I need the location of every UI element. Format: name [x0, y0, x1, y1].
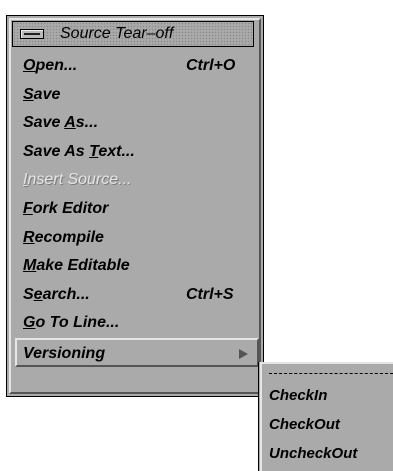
menu-item-save[interactable]: Save: [17, 81, 257, 110]
shortcut-label: Ctrl+O: [186, 57, 236, 74]
menu-item-save-as-text[interactable]: Save As Text...: [17, 138, 257, 167]
menu-item-go-to-line[interactable]: Go To Line...: [17, 309, 257, 338]
menu-item-save-as[interactable]: Save As...: [17, 109, 257, 138]
tearoff-dashed-line[interactable]: [269, 373, 393, 374]
menu-item-recompile[interactable]: Recompile: [17, 224, 257, 253]
menu-item-open[interactable]: Open... Ctrl+O: [17, 52, 257, 81]
menu-title: Source Tear–off: [60, 25, 174, 42]
versioning-submenu: CheckIn CheckOut UncheckOut: [258, 362, 393, 471]
submenu-item-checkout[interactable]: CheckOut: [269, 416, 340, 433]
source-tearoff-menu: Source Tear–off Open... Ctrl+O Save Save…: [6, 15, 264, 397]
menu-item-search[interactable]: Search... Ctrl+S: [17, 281, 257, 310]
cascade-arrow-icon: [239, 348, 248, 359]
tearoff-titlebar[interactable]: Source Tear–off: [12, 21, 254, 47]
menu-items: Open... Ctrl+O Save Save As... Save As T…: [15, 52, 259, 367]
menu-item-make-editable[interactable]: Make Editable: [17, 252, 257, 281]
menu-item-insert-source: Insert Source...: [23, 171, 132, 189]
submenu-item-uncheckout[interactable]: UncheckOut: [269, 445, 357, 462]
menu-item-fork-editor[interactable]: Fork Editor: [17, 195, 257, 224]
window-menu-icon[interactable]: [20, 29, 44, 39]
submenu-item-checkin[interactable]: CheckIn: [269, 387, 327, 404]
menu-item-versioning[interactable]: Versioning: [15, 337, 259, 367]
shortcut-label: Ctrl+S: [186, 285, 234, 303]
